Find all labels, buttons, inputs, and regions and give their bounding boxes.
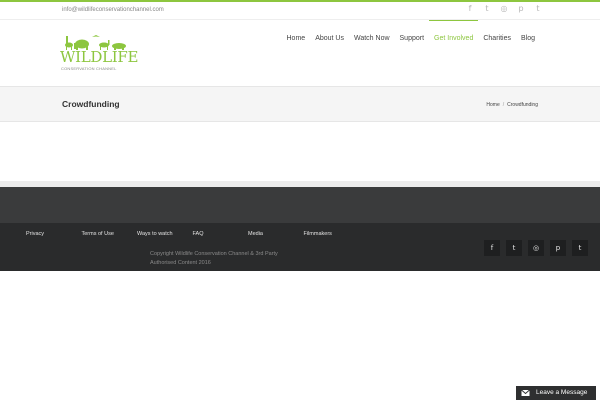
page-title: Crowdfunding: [62, 99, 120, 109]
nav-item-get-involved[interactable]: Get Involved: [429, 20, 479, 60]
facebook-icon[interactable]: f: [466, 4, 474, 14]
facebook-icon[interactable]: f: [484, 240, 500, 256]
breadcrumb-current: Crowdfunding: [507, 102, 538, 108]
footer-link-faq[interactable]: FAQ: [193, 231, 249, 237]
breadcrumb-separator: /: [502, 102, 505, 108]
instagram-icon[interactable]: ◎: [500, 4, 508, 14]
breadcrumb: Home / Crowdfunding: [486, 102, 538, 108]
nav-item-about-us[interactable]: About Us: [310, 20, 349, 60]
nav-item-charities[interactable]: Charities: [478, 20, 516, 60]
nav-item-watch-now[interactable]: Watch Now: [349, 20, 395, 60]
nav-item-blog[interactable]: Blog: [516, 20, 540, 60]
footer-links: Privacy Terms of Use Ways to watch FAQ M…: [26, 231, 359, 237]
footer-link-media[interactable]: Media: [248, 231, 304, 237]
footer-link-privacy[interactable]: Privacy: [26, 231, 82, 237]
top-social-icons: f t ◎ p t: [466, 4, 542, 14]
logo-wordmark: WILDLIFE: [60, 48, 139, 66]
footer-bottom: Privacy Terms of Use Ways to watch FAQ M…: [0, 223, 600, 271]
leave-message-button[interactable]: Leave a Message: [516, 386, 596, 400]
pinterest-icon[interactable]: p: [517, 4, 525, 14]
nav-item-home[interactable]: Home: [282, 20, 311, 60]
pinterest-icon[interactable]: p: [550, 240, 566, 256]
leave-message-label: Leave a Message: [536, 389, 588, 396]
tumblr-icon[interactable]: t: [572, 240, 588, 256]
footer-widget-area: [0, 187, 600, 223]
tumblr-icon[interactable]: t: [534, 4, 542, 14]
top-bar: info@wildlifeconservationchannel.com f t…: [0, 2, 600, 20]
nav-item-support[interactable]: Support: [395, 20, 430, 60]
logo-subtitle: CONSERVATION CHANNEL: [61, 66, 117, 71]
main-navigation: Home About Us Watch Now Support Get Invo…: [282, 20, 541, 60]
copyright-text: Copyright Wildlife Conservation Channel …: [150, 251, 278, 266]
instagram-icon[interactable]: ◎: [528, 240, 544, 256]
footer-link-terms-of-use[interactable]: Terms of Use: [82, 231, 138, 237]
footer-link-ways-to-watch[interactable]: Ways to watch: [137, 231, 193, 237]
breadcrumb-home-link[interactable]: Home: [486, 102, 499, 108]
twitter-icon[interactable]: t: [506, 240, 522, 256]
footer-social-icons: f t ◎ p t: [484, 240, 588, 256]
footer-link-filmmakers[interactable]: Filmmakers: [304, 231, 360, 237]
envelope-icon: [521, 389, 530, 396]
contact-email-link[interactable]: info@wildlifeconservationchannel.com: [62, 7, 164, 13]
site-logo[interactable]: WILDLIFE CONSERVATION CHANNEL: [60, 34, 138, 74]
page-title-bar: Crowdfunding Home / Crowdfunding: [0, 86, 600, 122]
twitter-icon[interactable]: t: [483, 4, 491, 14]
